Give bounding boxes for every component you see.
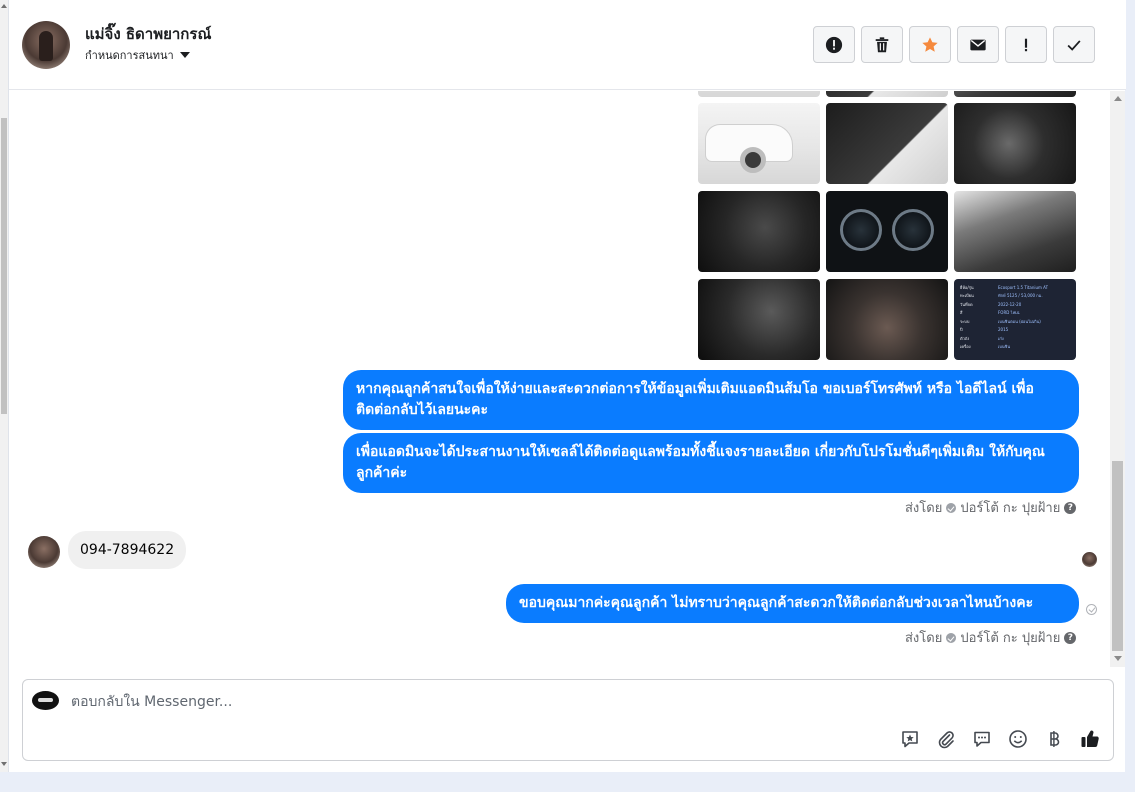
- mark-done-button[interactable]: [1053, 26, 1095, 63]
- assign-label: กำหนดการสนทนา: [85, 49, 174, 62]
- car-photo-gear-shift[interactable]: [954, 103, 1076, 184]
- quick-message-button[interactable]: [971, 728, 993, 750]
- report-spam-button[interactable]: [813, 26, 855, 63]
- car-photo-exterior[interactable]: [698, 103, 820, 184]
- caret-down-icon: [179, 52, 190, 58]
- message-text: เพื่อแอดมินจะได้ประสานงานให้เซลล์ได้ติดต…: [356, 444, 1045, 481]
- help-icon[interactable]: ?: [1064, 501, 1077, 514]
- car-photo[interactable]: [698, 91, 820, 97]
- mark-unread-button[interactable]: [957, 26, 999, 63]
- scroll-thumb[interactable]: [1, 118, 7, 414]
- outgoing-message[interactable]: เพื่อแอดมินจะได้ประสานงานให้เซลล์ได้ติดต…: [343, 433, 1079, 493]
- spec-key: ตัวถัง: [960, 335, 970, 341]
- follow-up-button[interactable]: [1005, 26, 1047, 63]
- chat-bubble-icon: [974, 731, 990, 747]
- outgoing-message[interactable]: หากคุณลูกค้าสนใจเพื่อให้ง่ายและสะดวกต่อก…: [343, 370, 1079, 430]
- car-photo-seats[interactable]: [954, 191, 1076, 272]
- page-logo-icon: [32, 691, 59, 710]
- trash-icon: [875, 36, 889, 52]
- spec-value: ทักษ์ 5125 / 53,000 กม.: [998, 293, 1043, 299]
- spec-value: FORD ไฟเน่: [998, 310, 1020, 316]
- saved-reply-icon: [902, 731, 918, 748]
- sent-by-label: ส่งโดย ปอร์โต้ กะ ปุยฝ้าย ?: [905, 627, 1077, 648]
- emoji-icon: [1009, 730, 1027, 748]
- car-photo-dashboard[interactable]: [698, 191, 820, 272]
- star-icon: [922, 36, 938, 52]
- contact-avatar[interactable]: [22, 21, 70, 69]
- car-photo-steering[interactable]: [698, 279, 820, 360]
- outer-scrollbar[interactable]: [0, 0, 8, 772]
- spec-key: เครื่อง: [960, 344, 971, 350]
- verified-icon: [946, 632, 957, 643]
- car-photo-cabin[interactable]: [826, 279, 948, 360]
- message-text: ขอบคุณมากค่ะคุณลูกค้า ไม่ทราบว่าคุณลูกค้…: [519, 595, 1034, 611]
- reply-composer: [22, 679, 1114, 761]
- emoji-button[interactable]: [1007, 728, 1029, 750]
- message-thread[interactable]: ยี่ห้อ/รุ่น Ecosport 1.5 Titanium AT ทะเบ…: [9, 91, 1126, 667]
- inbox-conversation-panel: แม่จิ๊ง ธิดาพยากรณ์ กำหนดการสนทนา ยี่ห้อ…: [8, 0, 1126, 772]
- thumbs-up-icon: [1081, 730, 1099, 748]
- spec-key: ทะเบียน: [960, 293, 974, 299]
- delivered-icon: [1086, 604, 1097, 615]
- spec-key: วันที่จด: [960, 301, 973, 307]
- spec-value: เบนซินตอน (ผ่อนไม่เกิน): [998, 318, 1041, 324]
- conversation-header: แม่จิ๊ง ธิดาพยากรณ์ กำหนดการสนทนา: [9, 0, 1126, 90]
- spec-value: 2015: [998, 327, 1009, 333]
- attach-button[interactable]: [935, 728, 957, 750]
- spec-value: เบนซิน: [998, 344, 1011, 350]
- spec-key: ยี่ห้อ/รุ่น: [960, 284, 974, 290]
- sent-by-label: ส่งโดย ปอร์โต้ กะ ปุยฝ้าย ?: [905, 497, 1077, 518]
- car-photo[interactable]: [954, 91, 1076, 97]
- scroll-down-arrow[interactable]: [1114, 656, 1122, 661]
- baht-icon: [1050, 731, 1060, 747]
- alert-circle-icon: [825, 36, 843, 53]
- composer-actions: [899, 728, 1101, 750]
- exclamation-icon: [1024, 38, 1028, 51]
- car-photo-door[interactable]: [826, 103, 948, 184]
- incoming-message[interactable]: 094-7894622: [68, 531, 187, 569]
- assign-conversation-dropdown[interactable]: กำหนดการสนทนา: [85, 46, 190, 64]
- scroll-up-arrow[interactable]: [1, 4, 7, 8]
- spec-value: 2022-12-20: [998, 301, 1022, 307]
- scroll-thumb[interactable]: [1112, 461, 1123, 651]
- car-spec-sheet[interactable]: ยี่ห้อ/รุ่น Ecosport 1.5 Titanium AT ทะเบ…: [954, 279, 1076, 360]
- like-button[interactable]: [1079, 728, 1101, 750]
- sent-by-prefix: ส่งโดย: [905, 631, 943, 646]
- contact-avatar-small[interactable]: [28, 536, 60, 568]
- spec-key: ระบบ: [960, 318, 970, 324]
- spec-value: Ecosport 1.5 Titanium AT: [998, 284, 1049, 290]
- check-icon: [1067, 39, 1081, 51]
- payment-button[interactable]: [1043, 728, 1065, 750]
- contact-name[interactable]: แม่จิ๊ง ธิดาพยากรณ์: [85, 22, 211, 46]
- spec-key: สี: [960, 310, 963, 316]
- car-photo-gauges[interactable]: [826, 191, 948, 272]
- reply-input[interactable]: [71, 692, 871, 712]
- spec-key: ปี: [960, 327, 963, 333]
- scroll-up-arrow[interactable]: [1114, 96, 1122, 101]
- sent-by-prefix: ส่งโดย: [905, 501, 943, 516]
- sent-by-agent: ปอร์โต้ กะ ปุยฝ้าย: [960, 501, 1061, 516]
- help-icon[interactable]: ?: [1064, 631, 1077, 644]
- conversation-toolbar: [813, 26, 1095, 63]
- sent-by-agent: ปอร์โต้ กะ ปุยฝ้าย: [960, 631, 1061, 646]
- spec-value: เก๋ง: [998, 335, 1004, 341]
- seen-avatar: [1082, 552, 1097, 567]
- delete-button[interactable]: [861, 26, 903, 63]
- attachment-icon: [938, 731, 954, 749]
- car-photo[interactable]: [826, 91, 948, 97]
- verified-icon: [946, 502, 957, 513]
- message-text: หากคุณลูกค้าสนใจเพื่อให้ง่ายและสะดวกต่อก…: [356, 381, 1034, 418]
- saved-reply-button[interactable]: [899, 728, 921, 750]
- scroll-down-arrow[interactable]: [1, 762, 7, 766]
- outgoing-message[interactable]: ขอบคุณมากค่ะคุณลูกค้า ไม่ทราบว่าคุณลูกค้…: [506, 584, 1079, 623]
- message-text: 094-7894622: [80, 542, 175, 558]
- thread-scrollbar[interactable]: [1110, 91, 1125, 667]
- star-button[interactable]: [909, 26, 951, 63]
- envelope-icon: [970, 39, 986, 50]
